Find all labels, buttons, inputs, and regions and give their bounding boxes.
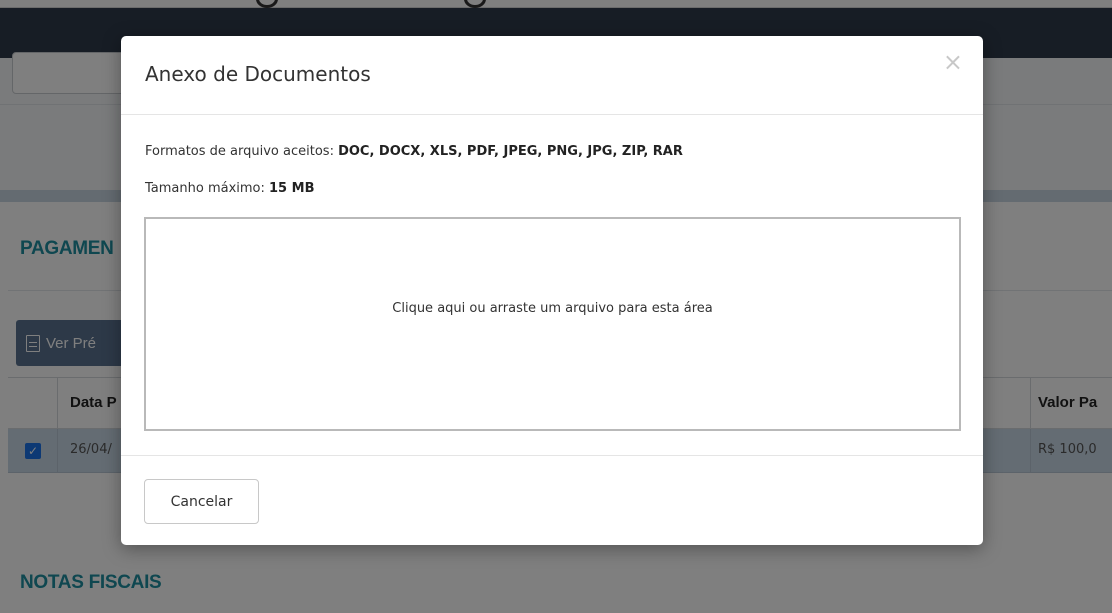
- size-label: Tamanho máximo:: [145, 181, 270, 196]
- modal-header: Anexo de Documentos ×: [121, 36, 983, 115]
- modal-footer: Cancelar: [121, 455, 983, 545]
- cancel-button[interactable]: Cancelar: [144, 479, 259, 524]
- formats-label: Formatos de arquivo aceitos:: [145, 144, 339, 159]
- formats-value: DOC, DOCX, XLS, PDF, JPEG, PNG, JPG, ZIP…: [338, 144, 683, 159]
- max-size: Tamanho máximo: 15 MB: [145, 181, 314, 196]
- accepted-formats: Formatos de arquivo aceitos: DOC, DOCX, …: [145, 144, 683, 159]
- file-dropzone[interactable]: Clique aqui ou arraste um arquivo para e…: [144, 217, 961, 431]
- dropzone-text: Clique aqui ou arraste um arquivo para e…: [392, 300, 713, 316]
- size-value: 15 MB: [269, 181, 315, 196]
- close-icon[interactable]: ×: [943, 50, 963, 74]
- modal-title: Anexo de Documentos: [145, 62, 371, 86]
- attach-documents-modal: Anexo de Documentos × Formatos de arquiv…: [121, 36, 983, 545]
- modal-body: Formatos de arquivo aceitos: DOC, DOCX, …: [121, 115, 983, 455]
- app-window: PAGAMEN Ver Pré Data P Valor Pa ✓ 26/04/…: [0, 0, 1112, 613]
